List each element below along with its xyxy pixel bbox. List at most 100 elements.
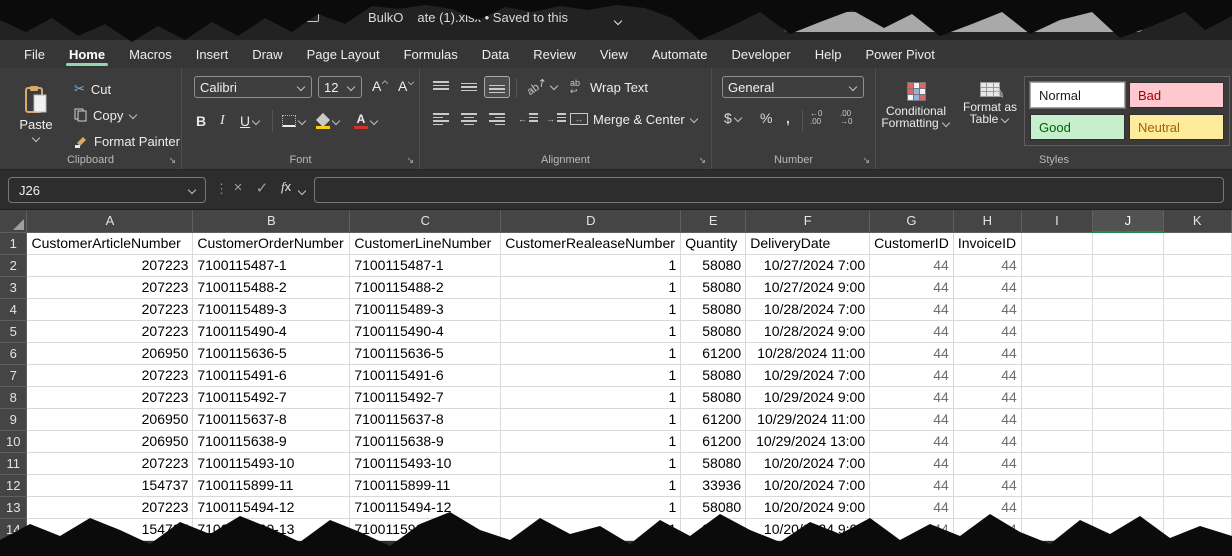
cell-J6[interactable] (1093, 342, 1163, 364)
ribbon-tab-macros[interactable]: Macros (117, 40, 184, 68)
autosave-toggle[interactable] (106, 10, 148, 25)
cell-J5[interactable] (1093, 320, 1163, 342)
cell-K3[interactable] (1163, 276, 1232, 298)
cell-B3[interactable]: 7100115488-2 (193, 276, 350, 298)
excel-app-icon[interactable]: X (14, 7, 33, 26)
cell-A7[interactable]: 207223 (27, 364, 193, 386)
cell-H1[interactable]: InvoiceID (953, 232, 1021, 254)
italic-button[interactable]: I (220, 113, 225, 129)
column-header-D[interactable]: D (501, 210, 681, 232)
fill-color-button[interactable] (316, 110, 341, 132)
cell-H12[interactable]: 44 (953, 474, 1021, 496)
copy-button[interactable]: Copy (74, 104, 138, 126)
cell-F14[interactable]: 10/20/2024 9:00 (746, 518, 870, 540)
cell-E14[interactable]: 33936 (681, 518, 746, 540)
cell-B14[interactable]: 7100115900-13 (193, 518, 350, 540)
ribbon-tab-help[interactable]: Help (803, 40, 854, 68)
top-align-button[interactable] (428, 76, 454, 98)
cell-D4[interactable]: 1 (501, 298, 681, 320)
cell-G7[interactable]: 44 (870, 364, 954, 386)
row-header-14[interactable]: 14 (0, 518, 27, 540)
cell-E8[interactable]: 58080 (681, 386, 746, 408)
cell-J2[interactable] (1093, 254, 1163, 276)
cell-C3[interactable]: 7100115488-2 (350, 276, 501, 298)
cell-C4[interactable]: 7100115489-3 (350, 298, 501, 320)
enter-icon[interactable]: ✓ (252, 179, 272, 197)
cell-J9[interactable] (1093, 408, 1163, 430)
font-color-button[interactable]: A (354, 110, 379, 132)
column-header-C[interactable]: C (350, 210, 501, 232)
cell-I6[interactable] (1021, 342, 1092, 364)
cell-G5[interactable]: 44 (870, 320, 954, 342)
cell-C13[interactable]: 7100115494-12 (350, 496, 501, 518)
ribbon-tab-draw[interactable]: Draw (240, 40, 294, 68)
cell-E2[interactable]: 58080 (681, 254, 746, 276)
cell-B8[interactable]: 7100115492-7 (193, 386, 350, 408)
cell-K6[interactable] (1163, 342, 1232, 364)
cell-H11[interactable]: 44 (953, 452, 1021, 474)
cell-style-good[interactable]: Good (1030, 114, 1125, 140)
cell-A11[interactable]: 207223 (27, 452, 193, 474)
cell-E4[interactable]: 58080 (681, 298, 746, 320)
cell-H2[interactable]: 44 (953, 254, 1021, 276)
cell-D7[interactable]: 1 (501, 364, 681, 386)
cell-F5[interactable]: 10/28/2024 9:00 (746, 320, 870, 342)
cut-button[interactable]: ✂ Cut (74, 78, 111, 100)
column-header-K[interactable]: K (1163, 210, 1232, 232)
ribbon-tab-developer[interactable]: Developer (719, 40, 802, 68)
cell-E11[interactable]: 58080 (681, 452, 746, 474)
cell-J11[interactable] (1093, 452, 1163, 474)
cell-F11[interactable]: 10/20/2024 7:00 (746, 452, 870, 474)
font-size-combobox[interactable]: 12 (318, 76, 362, 98)
cell-G13[interactable]: 44 (870, 496, 954, 518)
row-header-6[interactable]: 6 (0, 342, 27, 364)
cell-H4[interactable]: 44 (953, 298, 1021, 320)
cell-C10[interactable]: 7100115638-9 (350, 430, 501, 452)
cell-G11[interactable]: 44 (870, 452, 954, 474)
cell-A13[interactable]: 207223 (27, 496, 193, 518)
cell-style-normal[interactable]: Normal (1030, 82, 1125, 108)
number-format-combobox[interactable]: General (722, 76, 864, 98)
cell-C2[interactable]: 7100115487-1 (350, 254, 501, 276)
cell-G14[interactable]: 44 (870, 518, 954, 540)
cell-A4[interactable]: 207223 (27, 298, 193, 320)
cell-C5[interactable]: 7100115490-4 (350, 320, 501, 342)
cell-I11[interactable] (1021, 452, 1092, 474)
cell-J14[interactable] (1093, 518, 1163, 540)
align-center-button[interactable] (456, 108, 482, 130)
cell-C9[interactable]: 7100115637-8 (350, 408, 501, 430)
cell-F8[interactable]: 10/29/2024 9:00 (746, 386, 870, 408)
column-header-A[interactable]: A (27, 210, 193, 232)
column-header-J[interactable]: J (1093, 210, 1163, 232)
cancel-icon[interactable]: × (228, 179, 248, 196)
cell-J4[interactable] (1093, 298, 1163, 320)
cell-E7[interactable]: 58080 (681, 364, 746, 386)
cell-C7[interactable]: 7100115491-6 (350, 364, 501, 386)
cell-K10[interactable] (1163, 430, 1232, 452)
row-header-3[interactable]: 3 (0, 276, 27, 298)
cell-K1[interactable] (1163, 232, 1232, 254)
cell-J7[interactable] (1093, 364, 1163, 386)
cell-K9[interactable] (1163, 408, 1232, 430)
conditional-formatting-button[interactable]: Conditional Formatting (880, 74, 952, 162)
cell-G1[interactable]: CustomerID (870, 232, 954, 254)
cell-D14[interactable]: 1 (501, 518, 681, 540)
row-header-8[interactable]: 8 (0, 386, 27, 408)
cell-J8[interactable] (1093, 386, 1163, 408)
cell-F13[interactable]: 10/20/2024 9:00 (746, 496, 870, 518)
shrink-font-button[interactable]: A (398, 78, 415, 94)
cell-G6[interactable]: 44 (870, 342, 954, 364)
formula-bar-grip-icon[interactable]: ⋮ (215, 181, 228, 197)
cell-C6[interactable]: 7100115636-5 (350, 342, 501, 364)
cell-F1[interactable]: DeliveryDate (746, 232, 870, 254)
row-header-12[interactable]: 12 (0, 474, 27, 496)
column-header-B[interactable]: B (193, 210, 350, 232)
cell-D8[interactable]: 1 (501, 386, 681, 408)
cell-F12[interactable]: 10/20/2024 7:00 (746, 474, 870, 496)
clipboard-dialog-launcher-icon[interactable]: ↘ (168, 155, 176, 166)
row-header-9[interactable]: 9 (0, 408, 27, 430)
cell-B7[interactable]: 7100115491-6 (193, 364, 350, 386)
cell-K2[interactable] (1163, 254, 1232, 276)
middle-align-button[interactable] (456, 76, 482, 98)
cell-J1[interactable] (1093, 232, 1163, 254)
